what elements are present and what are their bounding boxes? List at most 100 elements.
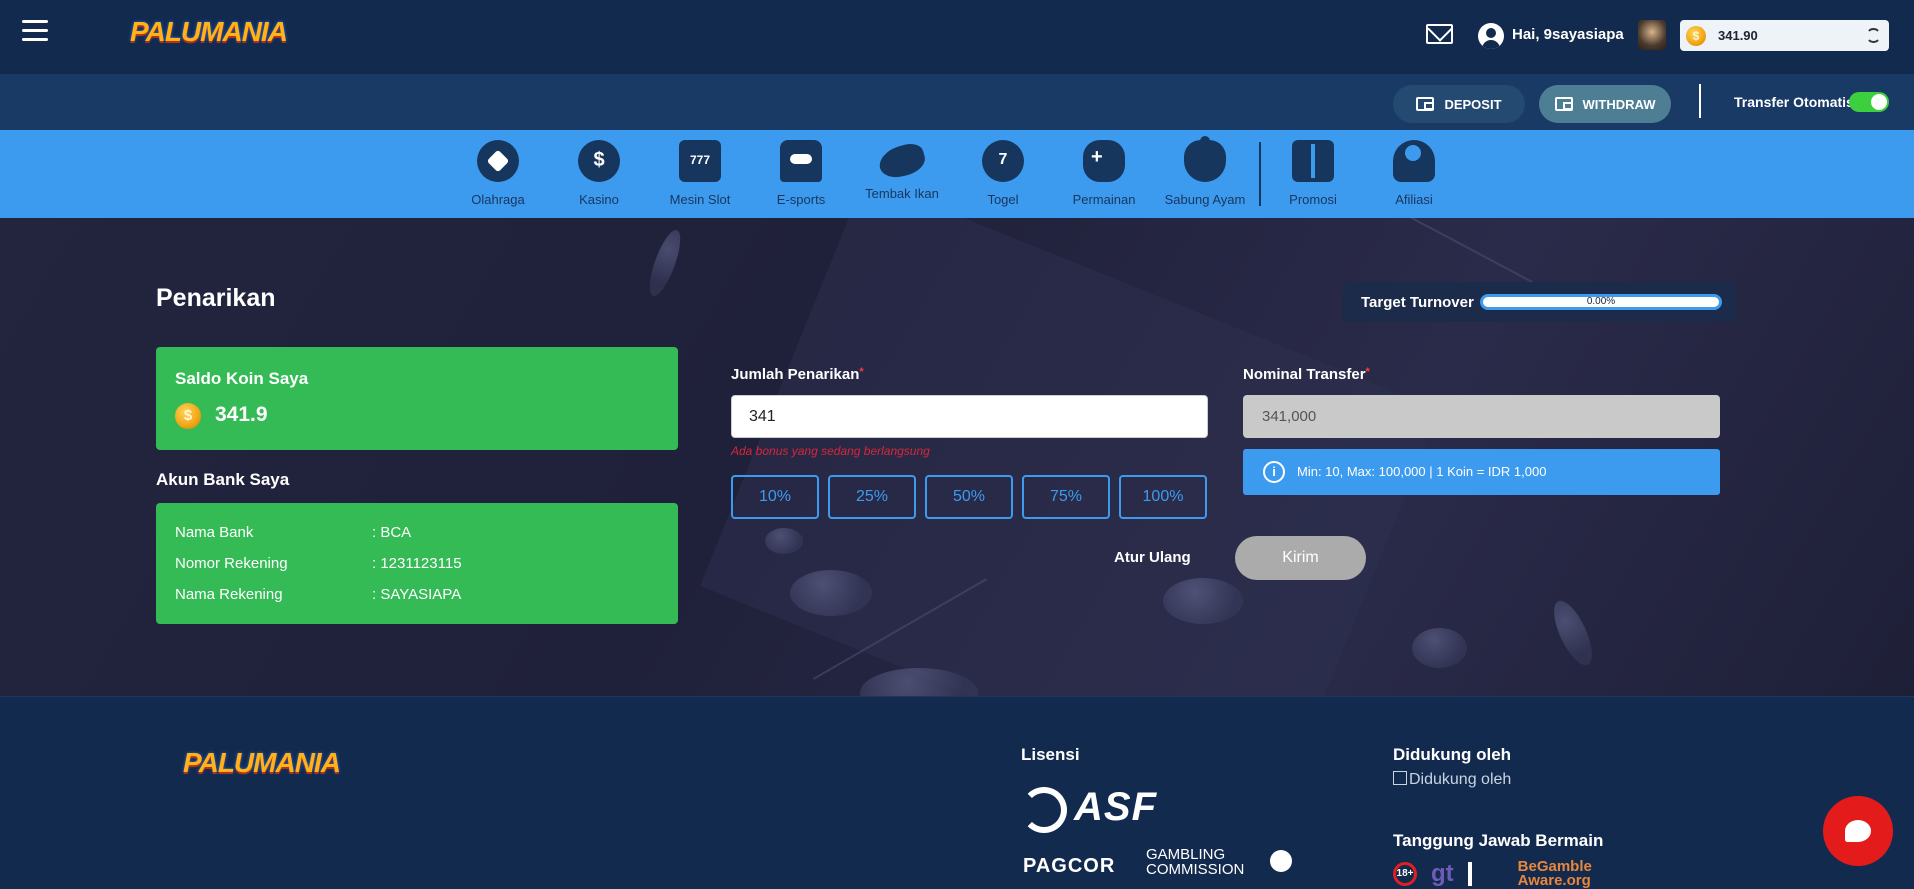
- auto-transfer-label: Transfer Otomatis: [1734, 94, 1854, 110]
- turnover-value: 0.00%: [1586, 296, 1616, 307]
- gt-badge: gt: [1431, 860, 1454, 887]
- age-18-badge: 18+: [1393, 862, 1417, 886]
- category-sabung-ayam[interactable]: Sabung Ayam: [1155, 136, 1255, 207]
- category-tembak-ikan[interactable]: Tembak Ikan: [852, 140, 952, 201]
- category-label: Olahraga: [471, 192, 525, 207]
- esports-icon: [780, 140, 822, 182]
- background-decoration: [765, 528, 803, 554]
- percent-25-button[interactable]: 25%: [828, 475, 916, 519]
- background-decoration: [643, 226, 687, 300]
- gambling-commission-logo: GAMBLING COMMISSION: [1146, 846, 1245, 878]
- nominal-label: Nominal Transfer*: [1243, 366, 1370, 383]
- turnover-progress-bar: 0.00%: [1480, 294, 1722, 310]
- action-bar: DEPOSIT WITHDRAW: [0, 74, 1914, 130]
- footer: PALUMANIA Lisensi ASF PAGCOR GAMBLING CO…: [0, 696, 1914, 889]
- bonus-warning: Ada bonus yang sedang berlangsung: [731, 444, 930, 458]
- responsible-title: Tanggung Jawab Bermain: [1393, 831, 1604, 850]
- live-chat-button[interactable]: [1823, 796, 1893, 866]
- user-icon[interactable]: [1478, 23, 1504, 49]
- background-decoration: [1412, 628, 1467, 668]
- supported-image: Didukung oleh: [1393, 771, 1511, 789]
- category-label: Promosi: [1289, 192, 1337, 207]
- supported-title: Didukung oleh: [1393, 745, 1512, 764]
- withdraw-button[interactable]: WITHDRAW: [1539, 85, 1671, 123]
- required-mark: *: [1365, 366, 1370, 378]
- bank-row-value: : BCA: [372, 524, 412, 541]
- coin-icon: [175, 403, 201, 429]
- license-title: Lisensi: [1021, 745, 1080, 764]
- deposit-label: DEPOSIT: [1444, 96, 1502, 112]
- lottery-balls-icon: [982, 140, 1024, 182]
- rooster-icon: [1184, 136, 1226, 182]
- responsible-badges: 18+ gt BeGamble Aware.org: [1393, 858, 1608, 889]
- auto-transfer-toggle[interactable]: [1849, 92, 1889, 112]
- slot-machine-icon: [679, 140, 721, 182]
- limit-info-text: Min: 10, Max: 100,000 | 1 Koin = IDR 1,0…: [1297, 464, 1547, 479]
- category-promosi[interactable]: Promosi: [1263, 140, 1363, 207]
- bank-row-value: : 1231123115: [372, 555, 462, 572]
- fish-icon: [875, 140, 929, 182]
- page-title: Penarikan: [156, 284, 276, 312]
- category-kasino[interactable]: Kasino: [549, 140, 649, 207]
- category-olahraga[interactable]: Olahraga: [448, 140, 548, 207]
- category-label: Afiliasi: [1395, 192, 1433, 207]
- target-turnover: Target Turnover 0.00%: [1342, 282, 1737, 322]
- category-divider: [1259, 142, 1261, 206]
- nominal-label-text: Nominal Transfer: [1243, 366, 1366, 383]
- saldo-title: Saldo Koin Saya: [175, 369, 309, 388]
- refresh-icon[interactable]: [1866, 28, 1881, 43]
- category-permainan[interactable]: Permainan: [1054, 140, 1154, 207]
- avatar[interactable]: [1638, 20, 1666, 50]
- bank-account-card: Nama Bank : BCA Nomor Rekening : 1231123…: [156, 503, 678, 624]
- menu-icon[interactable]: [22, 20, 48, 44]
- category-label: Sabung Ayam: [1164, 192, 1246, 207]
- category-togel[interactable]: Togel: [953, 140, 1053, 207]
- gift-icon: [1292, 140, 1334, 182]
- percent-10-button[interactable]: 10%: [731, 475, 819, 519]
- category-label: Tembak Ikan: [865, 186, 939, 201]
- gambling-support-badge: [1467, 862, 1504, 886]
- category-label: E-sports: [776, 192, 826, 207]
- percent-75-button[interactable]: 75%: [1022, 475, 1110, 519]
- footer-logo[interactable]: PALUMANIA: [183, 747, 341, 779]
- begambleaware-badge: BeGamble Aware.org: [1517, 858, 1592, 889]
- percent-100-button[interactable]: 100%: [1119, 475, 1207, 519]
- asf-logo-text: ASF: [1074, 785, 1157, 829]
- bank-row-key: Nomor Rekening: [175, 555, 288, 572]
- percent-50-button[interactable]: 50%: [925, 475, 1013, 519]
- user-greeting[interactable]: Hai, 9sayasiapa: [1512, 26, 1624, 43]
- withdraw-label: WITHDRAW: [1582, 96, 1656, 112]
- top-header: PALUMANIA Hai, 9sayasiapa 341.90: [0, 0, 1914, 74]
- reset-button[interactable]: Atur Ulang: [1114, 549, 1191, 566]
- balance-value: 341.90: [1718, 28, 1758, 43]
- required-mark: *: [859, 366, 864, 378]
- affiliate-users-icon: [1393, 140, 1435, 182]
- amount-label-text: Jumlah Penarikan: [731, 366, 860, 383]
- category-label: Permainan: [1072, 192, 1136, 207]
- info-icon: i: [1263, 461, 1285, 483]
- site-logo[interactable]: PALUMANIA: [130, 16, 288, 48]
- coin-icon: [1686, 26, 1706, 46]
- category-nav: Olahraga Kasino Mesin Slot E-sports Temb…: [0, 130, 1914, 218]
- wallet-icon: [1554, 97, 1573, 111]
- category-label: Togel: [987, 192, 1019, 207]
- mail-icon[interactable]: [1426, 24, 1453, 44]
- gamepad-icon: [1083, 140, 1125, 182]
- category-afiliasi[interactable]: Afiliasi: [1364, 140, 1464, 207]
- bank-row-key: Nama Rekening: [175, 586, 283, 603]
- bank-row-key: Nama Bank: [175, 524, 254, 541]
- submit-button[interactable]: Kirim: [1235, 536, 1366, 580]
- withdraw-amount-input[interactable]: [731, 395, 1208, 438]
- background-decoration: [1163, 578, 1243, 624]
- wallet-icon: [1416, 97, 1435, 111]
- limit-info-box: i Min: 10, Max: 100,000 | 1 Koin = IDR 1…: [1243, 449, 1720, 495]
- category-mesin-slot[interactable]: Mesin Slot: [650, 140, 750, 207]
- soccer-ball-icon: [477, 140, 519, 182]
- category-label: Kasino: [579, 192, 619, 207]
- turnover-label: Target Turnover: [1361, 294, 1474, 311]
- category-esports[interactable]: E-sports: [751, 140, 851, 207]
- nominal-transfer-field: 341,000: [1243, 395, 1720, 438]
- deposit-button[interactable]: DEPOSIT: [1393, 85, 1525, 123]
- amount-label: Jumlah Penarikan*: [731, 366, 864, 383]
- background-decoration: [790, 570, 872, 616]
